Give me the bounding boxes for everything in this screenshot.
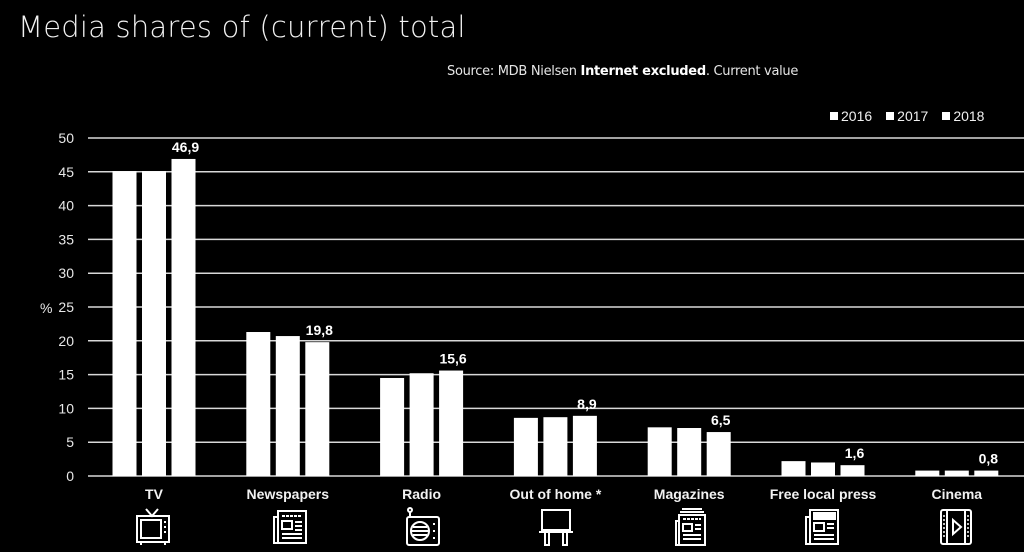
- y-tick-label: 0: [66, 468, 74, 484]
- y-tick-label: 5: [66, 434, 74, 450]
- bar-2018-3: [572, 415, 597, 476]
- category-label: Newspapers: [247, 486, 330, 502]
- bar-2016-1: [246, 332, 271, 476]
- data-label: 1,6: [845, 445, 865, 461]
- bar-2017-3: [543, 417, 568, 476]
- bar-chart: 0 5 10 15 20 25 30 35 40 45 50 % 46,9 19,8 15,6 8,9 6,…: [40, 130, 1024, 502]
- bar-2017-4: [677, 428, 702, 476]
- category-labels: TV Newspapers Radio Out of home * Magazines F…: [145, 486, 982, 502]
- category-label: TV: [145, 486, 164, 502]
- category-label: Out of home *: [510, 486, 602, 502]
- data-label: 8,9: [577, 396, 597, 412]
- y-tick-label: 10: [58, 400, 74, 416]
- free-press-icon: [803, 507, 841, 547]
- data-label: 19,8: [306, 322, 333, 338]
- data-label: 46,9: [172, 139, 199, 155]
- y-tick-label: 35: [58, 231, 74, 247]
- category-label: Magazines: [654, 486, 725, 502]
- category-label: Radio: [402, 486, 441, 502]
- bar-2016-3: [513, 417, 538, 476]
- magazine-icon: [672, 507, 710, 547]
- radio-icon: [404, 507, 442, 547]
- bar-2016-6: [915, 470, 940, 476]
- y-tick-label: 30: [58, 265, 74, 281]
- y-tick-label: 45: [58, 164, 74, 180]
- bar-2016-0: [112, 171, 137, 476]
- bar-2016-4: [647, 427, 672, 476]
- bars: [112, 158, 999, 476]
- y-tick-label: 15: [58, 367, 74, 383]
- data-label: 6,5: [711, 412, 731, 428]
- data-label: 15,6: [439, 351, 466, 367]
- y-tick-label: 25: [58, 299, 74, 315]
- bar-2016-2: [380, 377, 405, 476]
- bar-2016-5: [781, 461, 806, 476]
- bar-2018-4: [706, 432, 731, 476]
- bar-2017-2: [409, 373, 434, 476]
- y-tick-label: 50: [58, 130, 74, 146]
- bar-2018-6: [974, 470, 999, 476]
- y-tick-label: 40: [58, 198, 74, 214]
- tv-icon: [134, 507, 172, 547]
- bar-2017-1: [275, 336, 300, 476]
- cinema-icon: [937, 507, 975, 547]
- billboard-icon: [537, 507, 575, 547]
- bar-2018-5: [840, 465, 865, 476]
- y-tick-label: 20: [58, 333, 74, 349]
- bar-2018-1: [305, 342, 330, 476]
- bar-2018-2: [439, 370, 464, 476]
- bar-2017-5: [811, 462, 835, 476]
- bar-2018-0: [171, 158, 196, 476]
- newspaper-icon: [271, 507, 309, 547]
- bar-2017-0: [142, 171, 166, 476]
- y-axis-label: %: [40, 300, 52, 316]
- category-label: Free local press: [770, 486, 877, 502]
- data-label: 0,8: [979, 451, 999, 467]
- y-axis-ticks: 0 5 10 15 20 25 30 35 40 45 50: [58, 130, 74, 484]
- category-label: Cinema: [932, 486, 983, 502]
- bar-2017-6: [944, 470, 969, 476]
- category-icons: [0, 507, 1024, 549]
